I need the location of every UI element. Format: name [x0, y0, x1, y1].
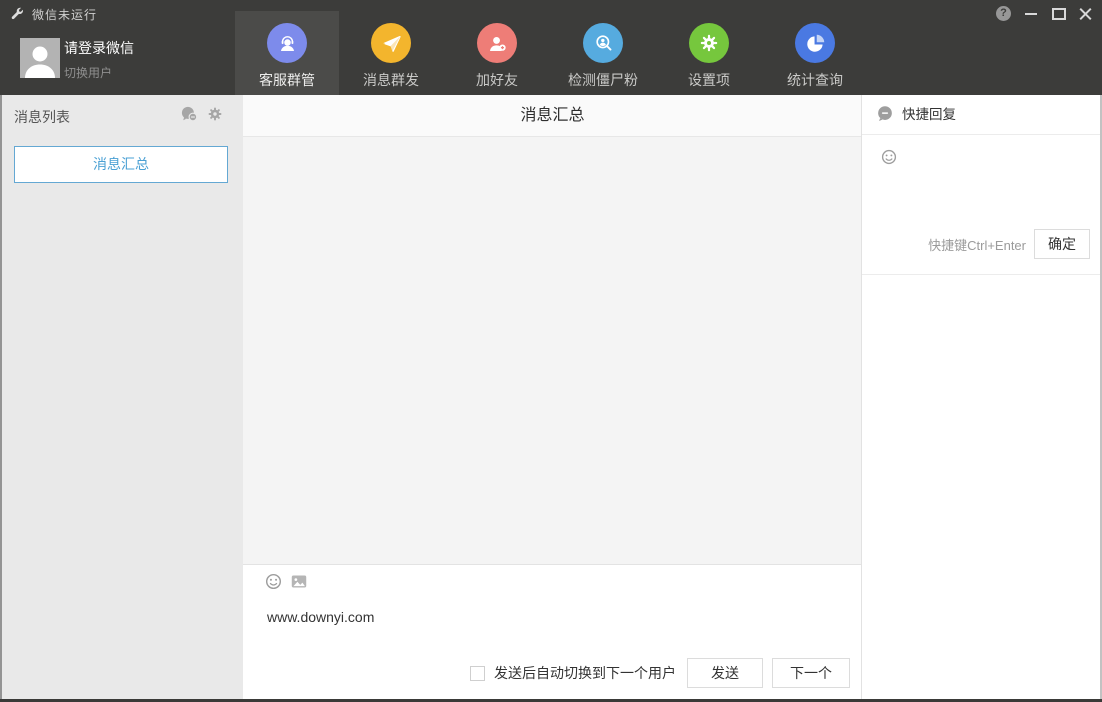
nav-label: 客服群管	[259, 70, 315, 90]
chat-mute-icon[interactable]	[180, 105, 199, 124]
shortcut-hint: 快捷键Ctrl+Enter	[928, 235, 1026, 254]
minimize-button[interactable]	[1024, 5, 1038, 21]
headset-agent-icon	[267, 23, 307, 63]
speech-bubble-icon	[876, 105, 894, 123]
message-list-sidebar	[0, 95, 243, 702]
window-edge-left	[0, 95, 2, 702]
emoji-icon[interactable]	[881, 149, 897, 165]
nav-label: 检测僵尸粉	[568, 70, 638, 90]
nav-item-customer-service[interactable]: 客服群管	[235, 11, 339, 95]
confirm-button[interactable]: 确定	[1034, 229, 1090, 259]
app-window: 微信未运行 ? 请登录微信 切换用户	[0, 0, 1102, 702]
nav-item-detect-zombie-fans[interactable]: 检测僵尸粉	[551, 11, 655, 95]
next-user-button[interactable]: 下一个	[772, 658, 850, 688]
paper-plane-icon	[371, 23, 411, 63]
quick-reply-panel: 快捷回复 快捷键Ctrl+Enter 确定	[861, 95, 1102, 702]
nav-label: 设置项	[688, 70, 730, 90]
sidebar-settings-icon[interactable]	[206, 105, 224, 123]
nav-item-statistics[interactable]: 统计查询	[763, 11, 867, 95]
switch-user-link[interactable]: 切换用户	[64, 64, 112, 81]
nav-label: 消息群发	[363, 70, 419, 90]
message-summary-button[interactable]: 消息汇总	[14, 146, 228, 183]
sidebar-title: 消息列表	[14, 107, 70, 127]
nav-item-bulk-message[interactable]: 消息群发	[339, 11, 443, 95]
composer-toolbar	[265, 573, 308, 590]
login-status-text: 请登录微信	[64, 38, 134, 58]
nav-item-settings[interactable]: 设置项	[657, 11, 761, 95]
auto-switch-checkbox[interactable]	[470, 666, 485, 681]
window-controls: ?	[996, 4, 1092, 22]
main-panel: 消息汇总	[243, 95, 862, 702]
maximize-button[interactable]	[1051, 5, 1065, 21]
quick-reply-section: 快捷回复 快捷键Ctrl+Enter 确定	[862, 95, 1102, 275]
quick-reply-title: 快捷回复	[902, 95, 956, 134]
auto-switch-label: 发送后自动切换到下一个用户	[494, 663, 676, 683]
wrench-icon	[10, 6, 24, 20]
main-header-title: 消息汇总	[243, 95, 862, 137]
composer-actions: 发送后自动切换到下一个用户 发送 下一个	[470, 658, 850, 688]
image-icon[interactable]	[290, 573, 308, 590]
person-add-icon	[477, 23, 517, 63]
help-button[interactable]: ?	[996, 6, 1011, 21]
nav-item-add-friend[interactable]: 加好友	[445, 11, 549, 95]
message-summary-content	[243, 137, 862, 565]
emoji-icon[interactable]	[265, 573, 282, 590]
gear-icon	[689, 23, 729, 63]
search-person-icon	[583, 23, 623, 63]
message-input[interactable]: www.downyi.com	[267, 609, 374, 625]
quick-reply-footer: 快捷键Ctrl+Enter 确定	[928, 229, 1090, 259]
avatar[interactable]	[20, 38, 60, 78]
pie-chart-icon	[795, 23, 835, 63]
app-header: 微信未运行 ? 请登录微信 切换用户	[0, 0, 1102, 95]
nav-label: 加好友	[476, 70, 518, 90]
nav-label: 统计查询	[787, 70, 843, 90]
send-button[interactable]: 发送	[687, 658, 763, 688]
message-composer: www.downyi.com 发送后自动切换到下一个用户 发送 下一个	[243, 564, 862, 702]
quick-reply-header: 快捷回复	[862, 95, 1102, 135]
close-button[interactable]	[1078, 5, 1092, 21]
window-title: 微信未运行	[32, 6, 97, 23]
